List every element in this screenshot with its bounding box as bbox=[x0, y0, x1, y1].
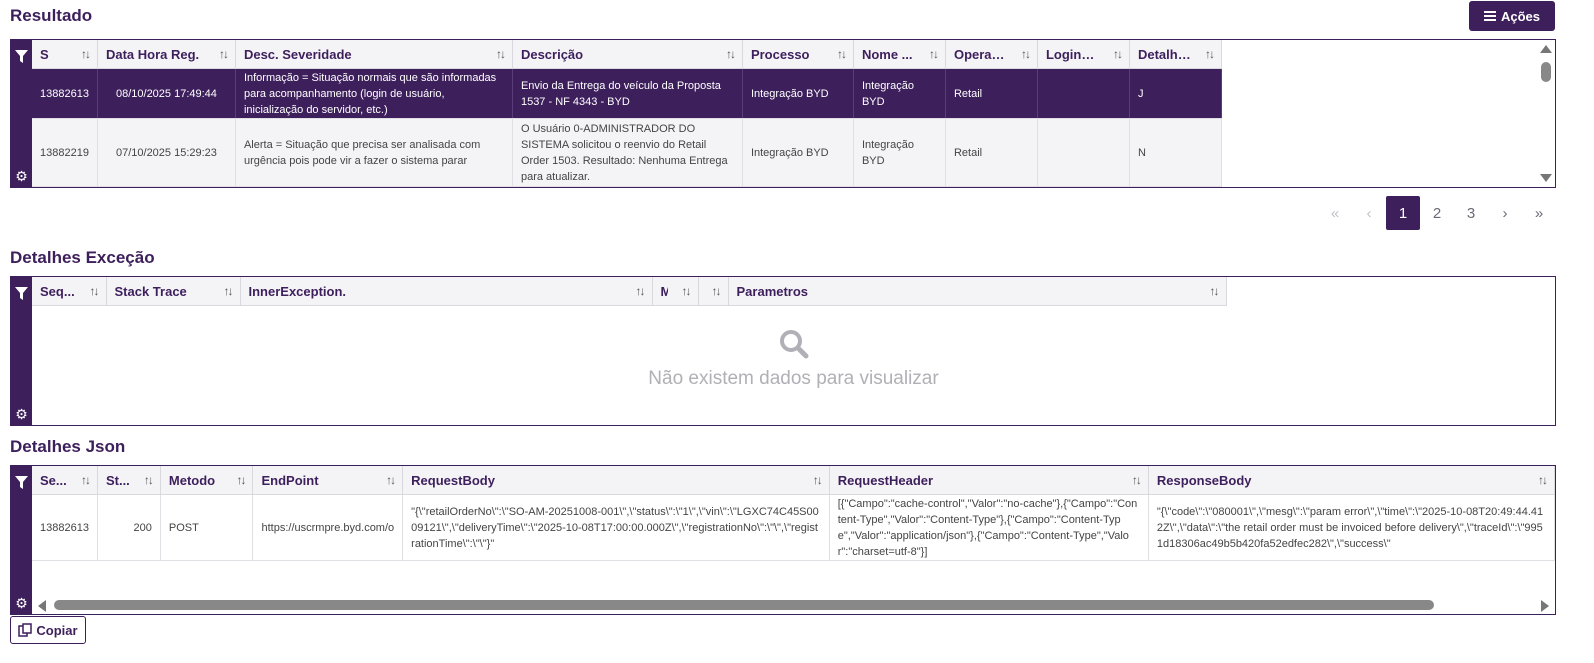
copiar-label: Copiar bbox=[36, 622, 78, 638]
resultado-title: Resultado bbox=[10, 6, 93, 25]
menu-icon bbox=[1483, 9, 1496, 23]
search-icon bbox=[779, 330, 808, 359]
json-table: Se... ↑↓ St... ↑↓ Metodo ↑↓ EndPoint ↑↓ Requ… bbox=[32, 466, 1555, 561]
scroll-right-icon[interactable] bbox=[1541, 600, 1549, 612]
sort-icon: ↑↓ bbox=[80, 473, 91, 487]
col-processo[interactable]: Processo ↑↓ bbox=[742, 40, 854, 69]
col-detalhes[interactable]: Detalhes ↑↓ bbox=[1129, 40, 1222, 69]
next-page-button[interactable]: › bbox=[1488, 196, 1522, 230]
last-page-button[interactable]: » bbox=[1522, 196, 1556, 230]
col-login[interactable]: LoginU... ↑↓ bbox=[1037, 40, 1130, 69]
scroll-thumb[interactable] bbox=[54, 600, 1434, 610]
grid-toolbar: ⚙ bbox=[11, 40, 32, 187]
col-status[interactable]: St... ↑↓ bbox=[97, 466, 161, 495]
table-row[interactable]: 13882219 07/10/2025 15:29:23 Alerta = Si… bbox=[32, 118, 1222, 187]
copy-icon bbox=[18, 623, 33, 637]
sort-icon: ↑↓ bbox=[218, 47, 229, 61]
sort-icon: ↑↓ bbox=[635, 284, 646, 298]
sort-icon: ↑↓ bbox=[223, 284, 234, 298]
excecao-title: Detalhes Exceção bbox=[10, 248, 155, 267]
sort-icon: ↑↓ bbox=[236, 473, 246, 487]
first-page-button[interactable]: « bbox=[1318, 196, 1352, 230]
excecao-header-row: Seq... ↑↓ Stack Trace ↑↓ InnerException. ↑↓… bbox=[32, 277, 1227, 306]
sort-icon: ↑↓ bbox=[1209, 284, 1220, 298]
sort-icon: ↑↓ bbox=[1538, 473, 1548, 487]
col-response-body[interactable]: ResponseBody ↑↓ bbox=[1148, 466, 1555, 495]
scroll-thumb[interactable] bbox=[1541, 62, 1551, 82]
sort-icon: ↑↓ bbox=[495, 47, 506, 61]
page-3-button[interactable]: 3 bbox=[1454, 196, 1488, 230]
resultado-header-row: S ↑↓ Data Hora Reg. ↑↓ Desc. Severidade ↑↓ … bbox=[32, 40, 1222, 69]
grid-toolbar: ⚙ bbox=[11, 277, 32, 425]
col-endpoint[interactable]: EndPoint ↑↓ bbox=[252, 466, 404, 495]
sort-icon: ↑↓ bbox=[1020, 47, 1031, 61]
acoes-button[interactable]: Ações bbox=[1469, 1, 1555, 31]
table-row[interactable]: 13882613 200 POST https://uscrmpre.byd.c… bbox=[32, 494, 1555, 561]
filter-icon[interactable] bbox=[15, 287, 28, 300]
sort-icon: ↑↓ bbox=[812, 473, 823, 487]
col-s[interactable]: S ↑↓ bbox=[32, 40, 98, 69]
col-nome[interactable]: Nome ... ↑↓ bbox=[853, 40, 946, 69]
col-metodo[interactable]: Metodo ↑↓ bbox=[160, 466, 254, 495]
col-inner-exception[interactable]: InnerException. ↑↓ bbox=[240, 277, 653, 306]
col-parametros[interactable]: Parametros ↑↓ bbox=[728, 277, 1227, 306]
json-title: Detalhes Json bbox=[10, 437, 126, 456]
sort-icon: ↑↓ bbox=[928, 47, 939, 61]
col-empty[interactable]: ↑↓ bbox=[698, 277, 729, 306]
sort-icon: ↑↓ bbox=[143, 473, 154, 487]
sort-icon: ↑↓ bbox=[89, 284, 100, 298]
sort-icon: ↑↓ bbox=[1131, 473, 1142, 487]
sort-icon: ↑↓ bbox=[711, 284, 722, 298]
sort-icon: ↑↓ bbox=[80, 47, 91, 61]
vertical-scrollbar[interactable] bbox=[1537, 40, 1555, 187]
empty-message: Não existem dados para visualizar bbox=[648, 368, 939, 389]
scroll-left-icon[interactable] bbox=[38, 600, 46, 612]
filter-icon[interactable] bbox=[15, 476, 28, 489]
col-m[interactable]: M↑↓ bbox=[652, 277, 699, 306]
json-grid: ⚙ Se... ↑↓ St... ↑↓ Metodo ↑↓ EndPoint ↑↓ Re… bbox=[10, 465, 1556, 615]
scroll-down-icon[interactable] bbox=[1540, 174, 1552, 182]
filter-icon[interactable] bbox=[15, 50, 28, 63]
col-descricao[interactable]: Descrição ↑↓ bbox=[512, 40, 743, 69]
empty-state: Não existem dados para visualizar bbox=[32, 307, 1555, 425]
col-data-hora[interactable]: Data Hora Reg. ↑↓ bbox=[97, 40, 236, 69]
json-header-row: Se... ↑↓ St... ↑↓ Metodo ↑↓ EndPoint ↑↓ Requ… bbox=[32, 466, 1555, 495]
pagination: « ‹ 1 2 3 › » bbox=[1318, 196, 1556, 230]
col-seq[interactable]: Seq... ↑↓ bbox=[32, 277, 107, 306]
col-severidade[interactable]: Desc. Severidade ↑↓ bbox=[235, 40, 513, 69]
prev-page-button[interactable]: ‹ bbox=[1352, 196, 1386, 230]
gear-icon[interactable]: ⚙ bbox=[14, 169, 29, 184]
sort-icon: ↑↓ bbox=[725, 47, 736, 61]
acoes-label: Ações bbox=[1500, 8, 1541, 24]
col-request-body[interactable]: RequestBody ↑↓ bbox=[402, 466, 830, 495]
grid-toolbar: ⚙ bbox=[11, 466, 32, 614]
copiar-button[interactable]: Copiar bbox=[10, 616, 86, 644]
scroll-up-icon[interactable] bbox=[1540, 45, 1552, 53]
col-operacao[interactable]: Operaç... ↑↓ bbox=[945, 40, 1038, 69]
excecao-grid: ⚙ Seq... ↑↓ Stack Trace ↑↓ InnerException.… bbox=[10, 276, 1556, 426]
gear-icon[interactable]: ⚙ bbox=[14, 596, 29, 611]
resultado-grid: ⚙ S ↑↓ Data Hora Reg. ↑↓ Desc. Severidade ↑… bbox=[10, 39, 1556, 188]
col-seq[interactable]: Se... ↑↓ bbox=[32, 466, 98, 495]
sort-icon: ↑↓ bbox=[386, 473, 396, 487]
sort-icon: ↑↓ bbox=[836, 47, 847, 61]
page-1-button[interactable]: 1 bbox=[1386, 196, 1420, 230]
horizontal-scrollbar[interactable] bbox=[32, 596, 1555, 614]
resultado-table: S ↑↓ Data Hora Reg. ↑↓ Desc. Severidade ↑↓ … bbox=[32, 40, 1222, 187]
sort-icon: ↑↓ bbox=[1204, 47, 1215, 61]
gear-icon[interactable]: ⚙ bbox=[14, 407, 29, 422]
table-row[interactable]: 13882613 08/10/2025 17:49:44 Informação … bbox=[32, 68, 1222, 119]
sort-icon: ↑↓ bbox=[681, 284, 692, 298]
col-request-header[interactable]: RequestHeader ↑↓ bbox=[829, 466, 1149, 495]
page-2-button[interactable]: 2 bbox=[1420, 196, 1454, 230]
excecao-table: Seq... ↑↓ Stack Trace ↑↓ InnerException. ↑↓… bbox=[32, 277, 1227, 306]
sort-icon: ↑↓ bbox=[1112, 47, 1123, 61]
col-stack-trace[interactable]: Stack Trace ↑↓ bbox=[106, 277, 241, 306]
